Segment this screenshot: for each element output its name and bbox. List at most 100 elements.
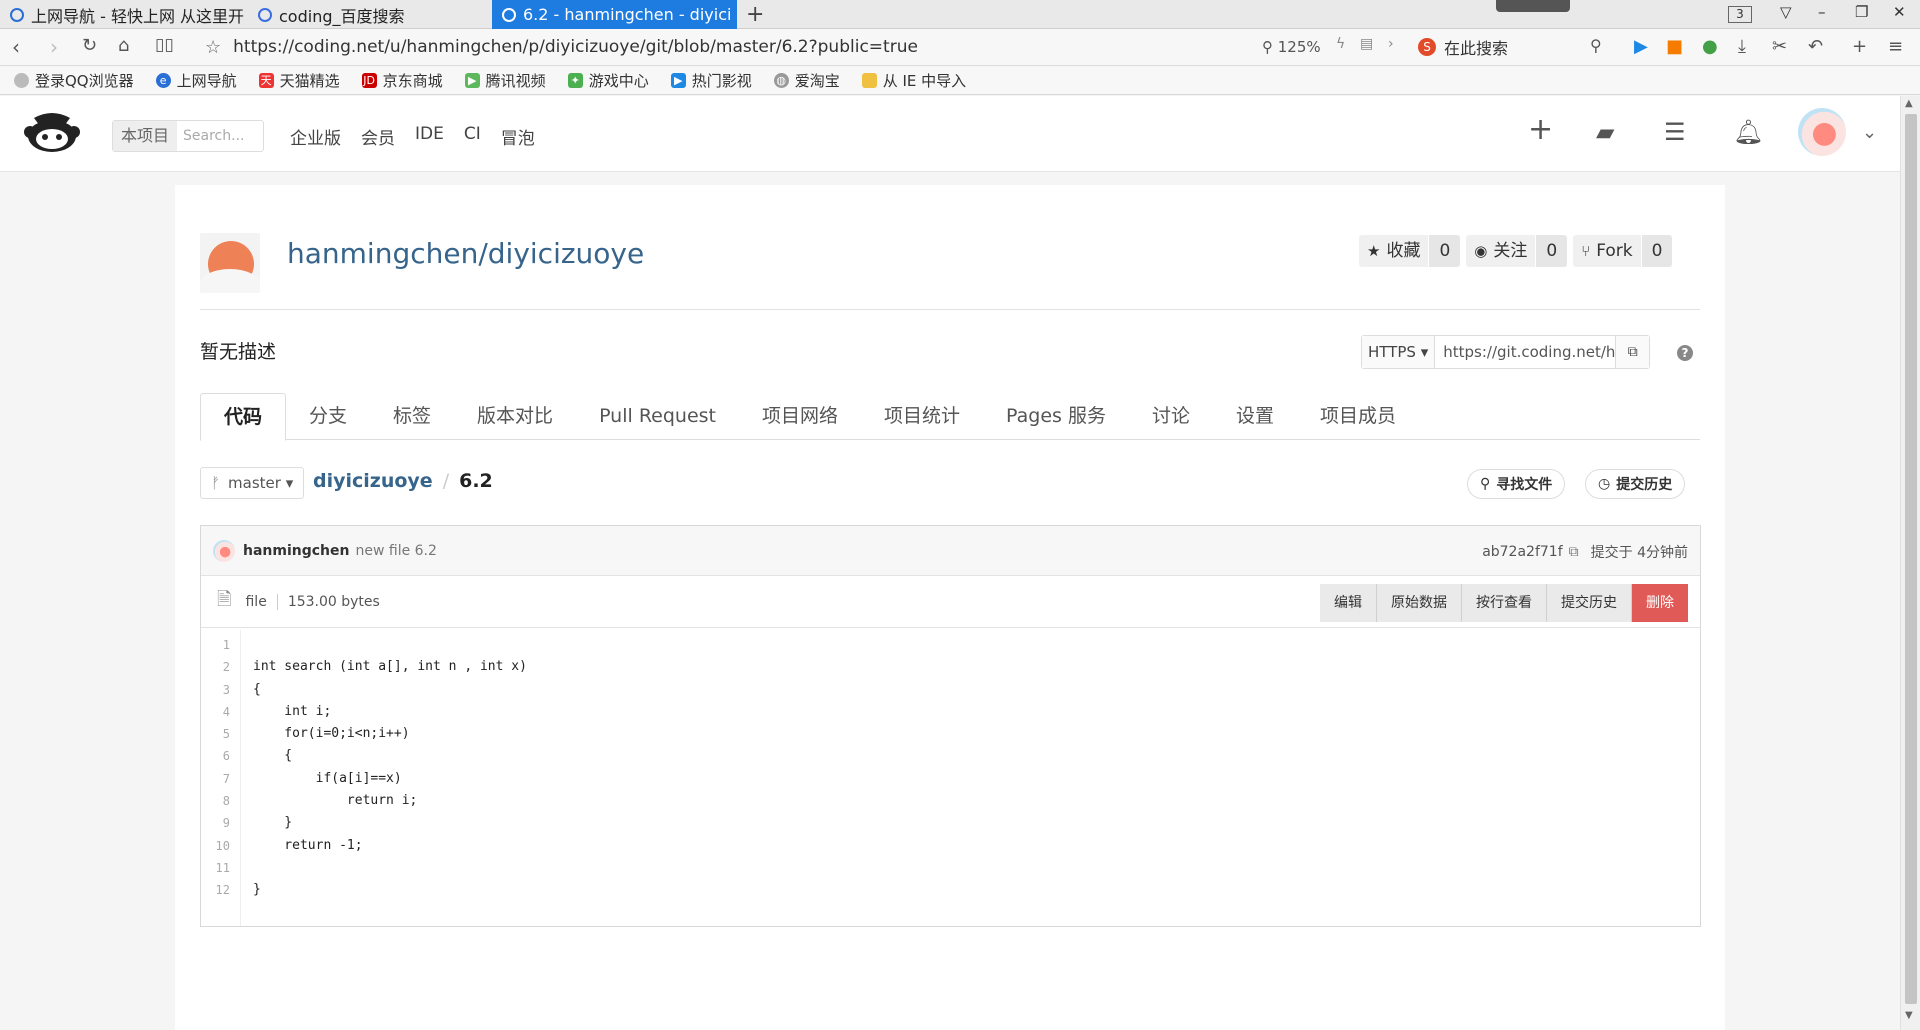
zoom-level[interactable]: ⚲ 125% bbox=[1262, 38, 1321, 56]
nav-enterprise[interactable]: 企业版 bbox=[290, 124, 341, 149]
line-number[interactable]: 10 bbox=[201, 835, 240, 857]
browser-tab[interactable]: coding_百度搜索 bbox=[248, 0, 488, 29]
bookmark-item[interactable]: 天天猫精选 bbox=[258, 70, 340, 91]
play-icon[interactable]: ▶ bbox=[1634, 36, 1648, 57]
search-engine-box[interactable]: S 在此搜索 bbox=[1418, 33, 1613, 61]
restore-icon[interactable]: ❐ bbox=[1855, 3, 1868, 21]
commit-hash[interactable]: ab72a2f71f bbox=[1482, 544, 1562, 560]
search-scope[interactable]: 本项目 bbox=[113, 121, 178, 151]
browser-tab-active[interactable]: 6.2 - hanmingchen - diyici × bbox=[492, 0, 737, 29]
line-number[interactable]: 4 bbox=[201, 701, 240, 723]
bookmark-item[interactable]: ▶ 热门影视 bbox=[670, 70, 752, 91]
tab-stats[interactable]: 项目统计 bbox=[861, 393, 983, 439]
line-number[interactable]: 5 bbox=[201, 723, 240, 745]
tab-branches[interactable]: 分支 bbox=[286, 393, 370, 439]
nav-ide[interactable]: IDE bbox=[415, 124, 444, 149]
watch-counter[interactable]: ◉ 关注 0 bbox=[1466, 235, 1568, 267]
coding-logo-icon[interactable] bbox=[24, 112, 80, 154]
address-bar[interactable]: ☆ https://coding.net/u/hanmingchen/p/diy… bbox=[205, 32, 1255, 62]
list-icon[interactable]: ☰ bbox=[1664, 118, 1686, 146]
line-number[interactable]: 12 bbox=[201, 879, 240, 901]
minimize-icon[interactable]: – bbox=[1818, 3, 1826, 21]
back-icon[interactable]: ‹ bbox=[12, 35, 20, 59]
line-number[interactable]: 2 bbox=[201, 656, 240, 678]
breadcrumb-repo[interactable]: diyicizuoye bbox=[313, 470, 433, 492]
tab-settings[interactable]: 设置 bbox=[1213, 393, 1297, 439]
scroll-down-icon[interactable]: ▼ bbox=[1905, 1010, 1913, 1021]
reload-icon[interactable]: ↻ bbox=[82, 35, 97, 56]
forward-icon[interactable]: › bbox=[50, 35, 58, 59]
copy-icon[interactable]: ⧉ bbox=[1569, 544, 1579, 560]
tab-pages[interactable]: Pages 服务 bbox=[983, 393, 1129, 439]
commit-message[interactable]: new file 6.2 bbox=[355, 543, 436, 559]
delete-button[interactable]: 删除 bbox=[1632, 584, 1688, 622]
undo-icon[interactable]: ↶ bbox=[1808, 36, 1823, 57]
skin-icon[interactable]: ▽ bbox=[1780, 3, 1792, 21]
line-number[interactable]: 9 bbox=[201, 812, 240, 834]
clone-protocol-select[interactable]: HTTPS ▾ bbox=[1362, 336, 1436, 368]
bookmark-item[interactable]: JD 京东商城 bbox=[361, 70, 443, 91]
download-icon[interactable]: ⤓ bbox=[1738, 36, 1746, 57]
clone-url-input[interactable]: https://git.coding.net/hanmingchen/diyic… bbox=[1435, 336, 1615, 368]
bookmark-item[interactable]: ▶ 腾讯视频 bbox=[464, 70, 546, 91]
chevron-right-icon[interactable]: › bbox=[1388, 36, 1394, 52]
new-tab-icon[interactable]: + bbox=[746, 2, 764, 27]
blame-button[interactable]: 按行查看 bbox=[1462, 584, 1547, 622]
user-avatar[interactable] bbox=[1798, 108, 1846, 156]
scroll-thumb[interactable] bbox=[1905, 114, 1917, 1004]
line-number[interactable]: 3 bbox=[201, 679, 240, 701]
bell-icon[interactable]: 🔔︎ bbox=[1733, 118, 1763, 146]
line-number[interactable]: 11 bbox=[201, 857, 240, 879]
fork-counter[interactable]: ⑂ Fork 0 bbox=[1573, 235, 1673, 267]
line-number[interactable]: 6 bbox=[201, 745, 240, 767]
translate-icon[interactable]: ▤ bbox=[1360, 36, 1373, 52]
file-history-button[interactable]: 提交历史 bbox=[1547, 584, 1632, 622]
help-icon[interactable]: ? bbox=[1677, 345, 1693, 361]
raw-button[interactable]: 原始数据 bbox=[1377, 584, 1462, 622]
copy-icon[interactable]: ⧉ bbox=[1615, 336, 1650, 368]
lightning-icon[interactable]: ϟ bbox=[1336, 36, 1345, 52]
project-search-input[interactable]: 本项目 Search... bbox=[112, 120, 264, 152]
wechat-icon[interactable]: ● bbox=[1702, 36, 1718, 57]
tab-tags[interactable]: 标签 bbox=[370, 393, 454, 439]
find-file-button[interactable]: ⚲ 寻找文件 bbox=[1467, 469, 1566, 499]
search-icon[interactable]: ⚲ bbox=[1590, 36, 1602, 55]
tab-code[interactable]: 代码 bbox=[200, 393, 287, 441]
tab-network[interactable]: 项目网络 bbox=[739, 393, 861, 439]
nav-ci[interactable]: CI bbox=[464, 124, 481, 149]
tab-compare[interactable]: 版本对比 bbox=[454, 393, 576, 439]
page-scrollbar[interactable]: ▲ ▼ bbox=[1900, 96, 1920, 1030]
terminal-folder-icon[interactable]: ▰ bbox=[1596, 118, 1614, 146]
bookmark-star-icon[interactable]: ☆ bbox=[205, 37, 221, 58]
scissors-icon[interactable]: ✂ bbox=[1772, 36, 1787, 57]
line-number[interactable]: 7 bbox=[201, 768, 240, 790]
commit-author[interactable]: hanmingchen bbox=[243, 543, 349, 559]
close-window-icon[interactable]: ✕ bbox=[1893, 3, 1906, 21]
edit-button[interactable]: 编辑 bbox=[1320, 584, 1377, 622]
bookmark-item[interactable]: ◍ 爱淘宝 bbox=[773, 70, 840, 91]
plus-icon[interactable]: + bbox=[1528, 112, 1553, 147]
chevron-down-icon[interactable]: ⌄ bbox=[1862, 122, 1877, 143]
nav-bubble[interactable]: 冒泡 bbox=[501, 124, 535, 149]
nav-member[interactable]: 会员 bbox=[361, 124, 395, 149]
home-icon[interactable]: ⌂ bbox=[118, 35, 129, 56]
scroll-up-icon[interactable]: ▲ bbox=[1905, 98, 1913, 109]
bookmark-item[interactable]: ✦ 游戏中心 bbox=[567, 70, 649, 91]
tab-pull-request[interactable]: Pull Request bbox=[576, 393, 739, 439]
bookmark-item[interactable]: e 上网导航 bbox=[155, 70, 237, 91]
browser-tab[interactable]: 上网导航 - 轻快上网 从这里开 bbox=[0, 0, 245, 29]
address-url[interactable]: https://coding.net/u/hanmingchen/p/diyic… bbox=[233, 37, 918, 57]
line-number[interactable]: 1 bbox=[201, 634, 240, 656]
branch-select[interactable]: ᚠ master ▾ bbox=[200, 467, 305, 499]
add-icon[interactable]: + bbox=[1852, 36, 1867, 57]
history-button[interactable]: ◷ 提交历史 bbox=[1585, 469, 1686, 499]
video-icon[interactable]: ■ bbox=[1666, 36, 1683, 57]
bookmark-item[interactable]: 登录QQ浏览器 bbox=[14, 70, 134, 91]
commit-avatar[interactable] bbox=[213, 539, 235, 562]
project-title[interactable]: hanmingchen/diyicizuoye bbox=[287, 237, 644, 270]
line-number[interactable]: 8 bbox=[201, 790, 240, 812]
tab-discussion[interactable]: 讨论 bbox=[1129, 393, 1213, 439]
window-count-badge[interactable]: 3 bbox=[1728, 6, 1752, 23]
reader-icon[interactable]: ▯▯ bbox=[155, 35, 174, 55]
star-counter[interactable]: ★ 收藏 0 bbox=[1359, 235, 1461, 267]
